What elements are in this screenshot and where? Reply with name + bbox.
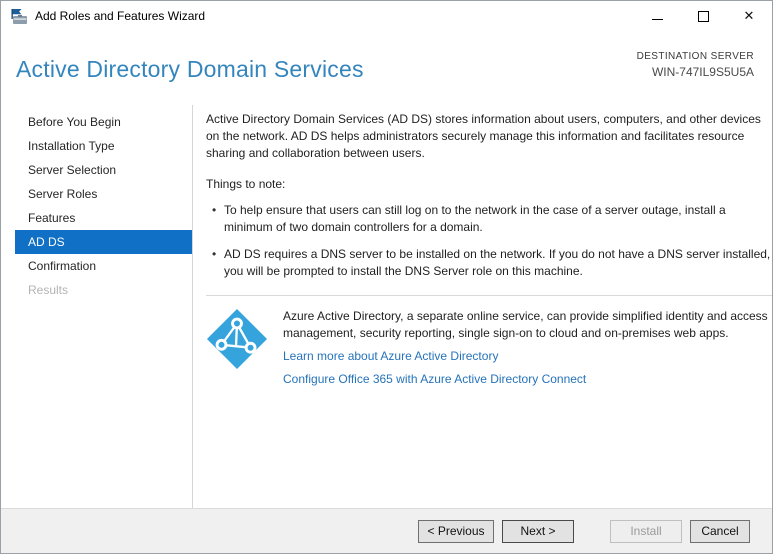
- sidebar-item-before-you-begin[interactable]: Before You Begin: [15, 110, 192, 134]
- maximize-icon: [697, 10, 709, 22]
- server-manager-icon: [10, 8, 28, 25]
- note-item: To help ensure that users can still log …: [212, 202, 772, 236]
- things-to-note-heading: Things to note:: [206, 177, 286, 192]
- link-configure-office-365[interactable]: Configure Office 365 with Azure Active D…: [283, 371, 772, 388]
- window-controls: ✕: [634, 1, 772, 31]
- sidebar-item-results: Results: [28, 283, 69, 297]
- window-title: Add Roles and Features Wizard: [35, 9, 206, 23]
- sidebar-item-server-roles[interactable]: Server Roles: [15, 182, 192, 206]
- minimize-button[interactable]: [634, 1, 680, 31]
- wizard-footer: < Previous Next > Install Cancel: [1, 508, 772, 553]
- close-icon: ✕: [743, 8, 755, 23]
- destination-server-name: WIN-747IL9S5U5A: [651, 65, 754, 79]
- wizard-header: Active Directory Domain Services DESTINA…: [1, 31, 772, 105]
- sidebar-item-ad-ds[interactable]: AD DS: [15, 230, 192, 254]
- wizard-steps-sidebar: Before You Begin Installation Type Serve…: [1, 105, 193, 508]
- wizard-body: Before You Begin Installation Type Serve…: [1, 105, 772, 508]
- intro-paragraph: Active Directory Domain Services (AD DS)…: [206, 112, 761, 160]
- sidebar-item-server-selection[interactable]: Server Selection: [15, 158, 192, 182]
- destination-server-label: DESTINATION SERVER: [636, 51, 754, 62]
- wizard-window: Add Roles and Features Wizard ✕ Active D…: [0, 0, 773, 554]
- azure-ad-description: Azure Active Directory, a separate onlin…: [283, 309, 768, 341]
- azure-ad-text: Azure Active Directory, a separate onlin…: [283, 308, 772, 388]
- titlebar: Add Roles and Features Wizard ✕: [1, 1, 772, 31]
- previous-button[interactable]: < Previous: [418, 519, 494, 543]
- azure-ad-section: Azure Active Directory, a separate onlin…: [206, 308, 772, 388]
- destination-server-block: DESTINATION SERVER WIN-747IL9S5U5A: [637, 51, 754, 79]
- minimize-icon: [651, 18, 663, 20]
- sidebar-item-features[interactable]: Features: [15, 206, 192, 230]
- azure-ad-links: Learn more about Azure Active Directory …: [283, 348, 772, 388]
- maximize-button[interactable]: [680, 1, 726, 31]
- sidebar-item-installation-type[interactable]: Installation Type: [15, 134, 192, 158]
- cancel-button[interactable]: Cancel: [690, 519, 750, 543]
- notes-list: To help ensure that users can still log …: [206, 202, 772, 280]
- azure-active-directory-icon: [206, 308, 268, 370]
- page-content: Active Directory Domain Services (AD DS)…: [193, 105, 772, 508]
- close-button[interactable]: ✕: [726, 1, 772, 31]
- section-divider: [206, 295, 772, 297]
- sidebar-item-confirmation[interactable]: Confirmation: [15, 254, 192, 278]
- link-learn-more-azure-ad[interactable]: Learn more about Azure Active Directory: [283, 348, 772, 365]
- next-button[interactable]: Next >: [502, 519, 574, 543]
- note-item: AD DS requires a DNS server to be instal…: [212, 246, 772, 280]
- install-button[interactable]: Install: [610, 519, 682, 543]
